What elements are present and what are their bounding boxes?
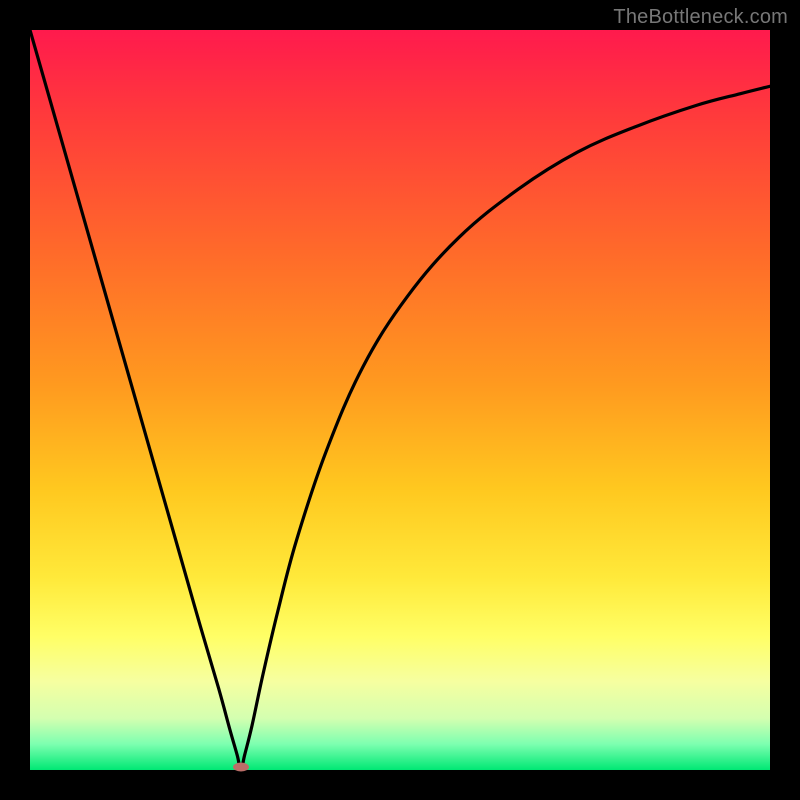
plot-area [30, 30, 770, 770]
chart-frame: TheBottleneck.com [0, 0, 800, 800]
watermark-text: TheBottleneck.com [613, 6, 788, 29]
bottleneck-curve [30, 30, 770, 770]
minimum-marker [233, 763, 249, 772]
